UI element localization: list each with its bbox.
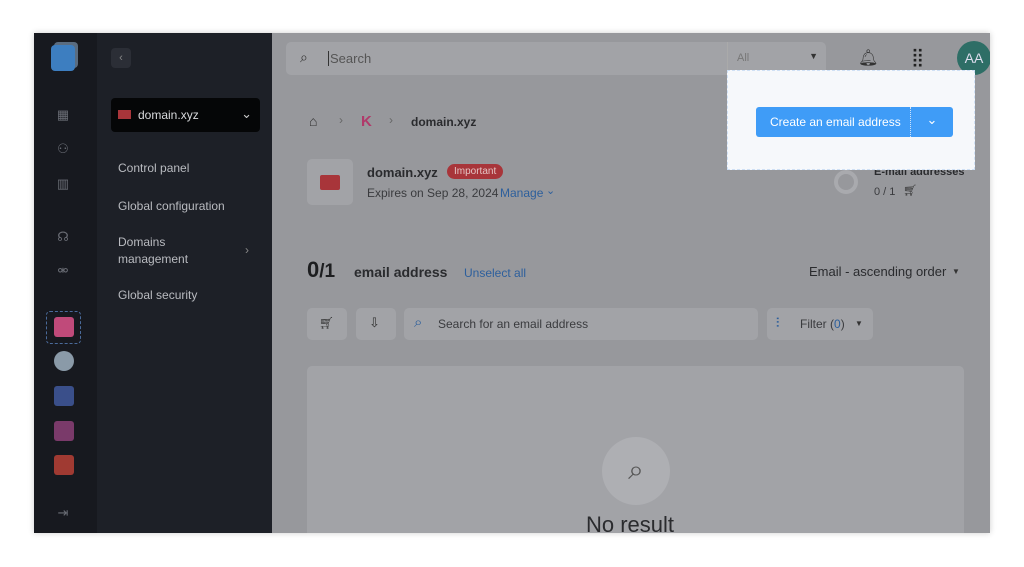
side-nav: ‹ domain.xyz ⌄ Control panel Global conf… — [97, 33, 272, 533]
nav-control-panel[interactable]: Control panel — [118, 160, 189, 177]
chevron-right-icon: › — [245, 243, 249, 257]
collapse-button[interactable]: ‹ — [111, 48, 131, 68]
icon-rail: ▦ ⚇ ▥ ☊ ⚮ ⇥ — [34, 33, 97, 533]
building-icon[interactable]: ▥ — [54, 176, 72, 194]
email-search-field[interactable]: ⌕ Search for an email address — [404, 308, 758, 340]
chevron-down-icon: ⌄ — [241, 106, 252, 121]
app-k-icon[interactable] — [54, 317, 74, 337]
k-app-breadcrumb-icon[interactable]: K — [361, 113, 372, 130]
filter-button[interactable]: ⫶ Filter (0) ▼ — [767, 308, 873, 340]
scope-select-value: All — [737, 52, 750, 64]
app-window: ▦ ⚇ ▥ ☊ ⚮ ⇥ ‹ domain.xyz ⌄ Control panel… — [34, 33, 990, 533]
search-icon: ⌕ — [300, 49, 308, 65]
search-input[interactable]: Search — [328, 51, 371, 66]
expiry-date: Expires on Sep 28, 2024 — [367, 186, 499, 200]
domain-name: domain.xyz — [367, 165, 438, 180]
import-button[interactable]: ⇩ — [356, 308, 396, 340]
create-email-button-label: Create an email address — [770, 115, 901, 129]
home-icon[interactable]: ⌂ — [309, 113, 317, 129]
logout-icon[interactable]: ⇥ — [54, 505, 72, 523]
bell-icon[interactable]: 🔔︎ — [858, 48, 878, 68]
mail-icon — [320, 175, 340, 190]
no-result-text: No result — [586, 512, 675, 533]
domain-selector[interactable]: domain.xyz ⌄ — [111, 98, 260, 132]
nav-global-security[interactable]: Global security — [118, 287, 197, 304]
filter-close-paren: ) — [840, 317, 845, 331]
breadcrumb-current: domain.xyz — [411, 115, 477, 129]
sliders-icon: ⫶ — [776, 315, 780, 330]
stat-value: 0 / 1 — [874, 186, 896, 198]
app-cube-icon[interactable] — [54, 386, 74, 406]
important-badge: Important — [447, 164, 504, 179]
users-icon[interactable]: ⚇ — [54, 141, 72, 159]
usage-ring — [834, 170, 858, 194]
nav-domains-management[interactable]: Domains management — [118, 234, 198, 268]
caret-down-icon: ▼ — [855, 319, 863, 328]
create-email-button[interactable]: Create an email address ⌄ — [756, 107, 953, 137]
cart-icon: 🛒︎ — [319, 316, 335, 330]
breadcrumb-separator-icon: › — [339, 113, 343, 127]
selected-number: 0 — [307, 257, 320, 282]
domain-selector-label: domain.xyz — [138, 108, 199, 122]
chevron-down-icon: ⌄ — [546, 185, 556, 197]
filter-label: Filter (0) — [800, 317, 845, 331]
count-label: email address — [354, 264, 448, 280]
headset-icon[interactable]: ☊ — [54, 229, 72, 247]
domain-icon-tile — [307, 159, 353, 205]
sort-dropdown[interactable]: Email - ascending order — [809, 264, 946, 279]
handshake-icon[interactable]: ⚮ — [54, 263, 72, 281]
total-number: /1 — [319, 261, 336, 282]
calculator-icon[interactable]: ▦ — [54, 107, 72, 125]
empty-search-icon: ⌕ — [602, 437, 670, 505]
manage-link[interactable]: Manage — [500, 186, 543, 200]
create-dropdown-chevron-icon[interactable]: ⌄ — [910, 107, 953, 137]
breadcrumb-separator-icon: › — [389, 113, 393, 127]
import-icon: ⇩ — [369, 315, 380, 330]
app-video-icon[interactable] — [54, 455, 74, 475]
unselect-all-link[interactable]: Unselect all — [464, 266, 526, 280]
search-icon: ⌕ — [414, 314, 423, 331]
mail-icon — [118, 110, 131, 119]
caret-down-icon: ▼ — [952, 267, 960, 276]
apps-grid-icon[interactable]: ⣿ — [911, 47, 924, 68]
results-panel: ⌕ No result — [307, 366, 964, 533]
app-chart-icon[interactable] — [54, 421, 74, 441]
email-search-placeholder: Search for an email address — [438, 317, 589, 331]
filter-count: 0 — [834, 317, 841, 331]
order-button[interactable]: 🛒︎ — [307, 308, 347, 340]
app-logo[interactable] — [51, 45, 75, 71]
app-drive-icon[interactable] — [54, 351, 74, 371]
cart-icon[interactable]: 🛒︎ — [903, 184, 917, 197]
filter-text: Filter ( — [800, 317, 834, 331]
nav-global-configuration[interactable]: Global configuration — [118, 198, 225, 215]
caret-down-icon: ▼ — [809, 51, 818, 61]
highlight-box: Create an email address ⌄ — [727, 70, 975, 170]
selected-count: 0/1 — [307, 257, 335, 283]
